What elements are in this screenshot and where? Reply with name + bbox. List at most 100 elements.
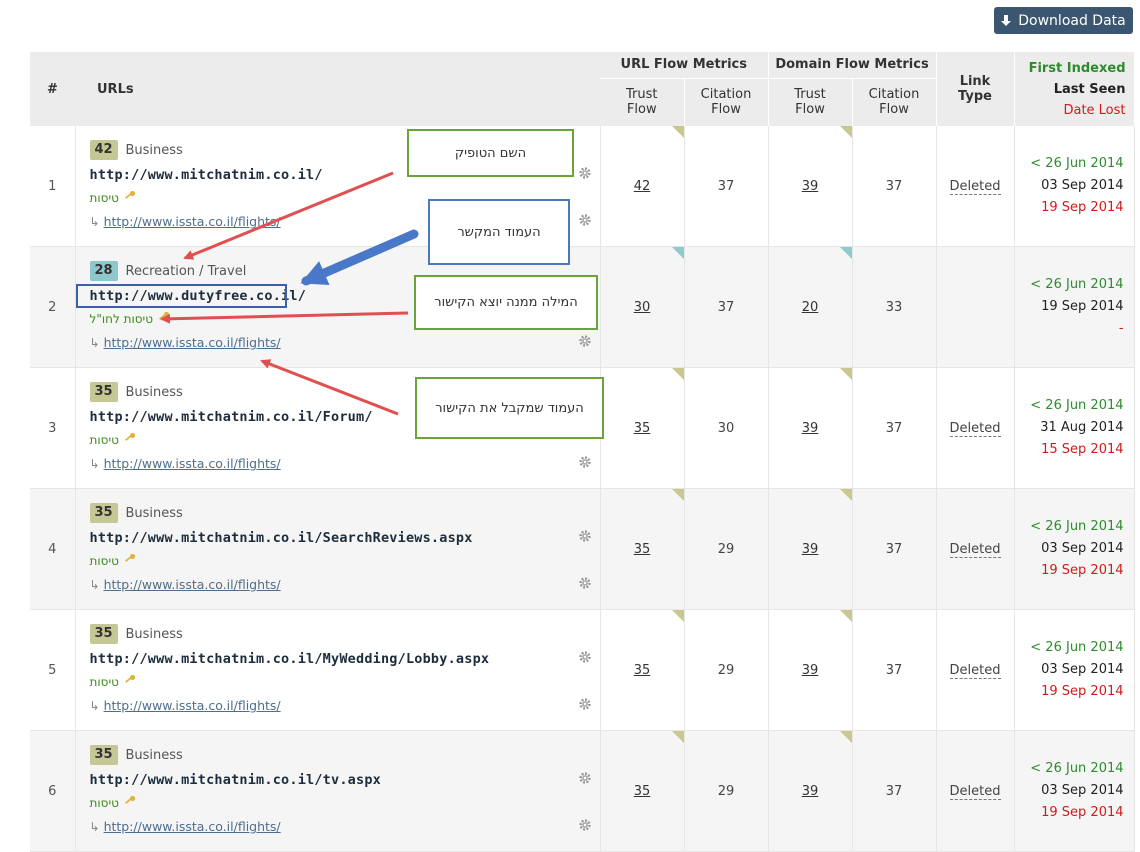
link-type-deleted[interactable]: Deleted [949,541,1001,558]
domain-trust-flow-link[interactable]: 39 [802,421,819,436]
target-url-link[interactable]: http://www.issta.co.il/flights/ [104,819,281,834]
url-trust-flow-cell: 35 [600,488,685,610]
key-icon [124,674,136,689]
source-url-link[interactable]: http://www.mitchatnim.co.il/Forum/ [90,409,373,425]
target-url-link[interactable]: http://www.issta.co.il/flights/ [104,456,281,471]
dates-cell: < 26 Jun 2014 03 Sep 2014 19 Sep 2014 [1014,609,1135,731]
domain-trust-flow-link[interactable]: 20 [802,300,819,315]
domain-trust-flow-link[interactable]: 39 [802,179,819,194]
topic-line: 35 Business [89,624,183,644]
gear-icon[interactable] [578,650,592,664]
trust-flow-badge: 35 [89,745,118,765]
url-cell: 35 Business http://www.mitchatnim.co.il/My… [75,609,601,731]
flag-marker [839,489,852,501]
link-type-cell [936,246,1015,368]
flag-marker [839,610,852,622]
url-trust-flow-link[interactable]: 42 [634,179,651,194]
gear-icon[interactable] [578,213,592,227]
domain-trust-flow-link[interactable]: 39 [802,542,819,557]
download-data-label: Download Data [1018,12,1126,29]
topic-label: Business [125,626,183,642]
url-trust-flow-link[interactable]: 30 [634,300,651,315]
flag-marker [671,610,684,622]
target-url: ↳ http://www.issta.co.il/flights/ [90,819,281,834]
date-lost-date: 19 Sep 2014 [1041,684,1124,699]
anchor-text: טיסות [90,674,136,689]
last-seen-date: 03 Sep 2014 [1041,541,1124,556]
url-citation-flow-cell: 37 [684,246,769,368]
dutyfree-url-highlight [76,284,287,308]
target-url-link[interactable]: http://www.issta.co.il/flights/ [104,214,281,229]
url-cell: 35 Business http://www.mitchatnim.co.il/tv… [75,730,601,852]
gear-icon[interactable] [578,576,592,590]
source-url-link[interactable]: http://www.mitchatnim.co.il/MyWedding/Lo… [90,651,490,667]
redirect-arrow-icon: ↳ [89,335,100,350]
dates-cell: < 26 Jun 2014 19 Sep 2014 - [1014,246,1135,368]
col-header-dates: First Indexed Last Seen Date Lost [1014,52,1135,126]
col-group-url-flow: URL Flow Metrics [600,52,769,79]
target-url-link[interactable]: http://www.issta.co.il/flights/ [104,577,281,592]
dates-cell: < 26 Jun 2014 31 Aug 2014 15 Sep 2014 [1014,367,1135,489]
trust-flow-badge: 35 [89,624,118,644]
flag-marker [671,247,684,259]
anchor-text-value: טיסות [89,553,119,568]
date-lost-date: 19 Sep 2014 [1041,805,1124,820]
redirect-arrow-icon: ↳ [89,698,100,713]
download-data-button[interactable]: Download Data [994,7,1133,34]
table-row: 6 35 Business http://www.mitchatnim.co.il/t… [30,730,1135,852]
callout-topic-name: השם הטופיק [407,129,574,177]
topic-label: Recreation / Travel [125,263,247,279]
flag-marker [671,368,684,380]
callout-linking-page: העמוד המקשר [428,199,570,265]
url-trust-flow-link[interactable]: 35 [634,663,651,678]
domain-citation-flow-cell: 37 [852,730,937,852]
link-type-deleted[interactable]: Deleted [949,420,1001,437]
anchor-text-value: טיסות [89,795,119,810]
gear-icon[interactable] [578,529,592,543]
redirect-arrow-icon: ↳ [89,214,100,229]
link-type-deleted[interactable]: Deleted [949,783,1001,800]
dates-cell: < 26 Jun 2014 03 Sep 2014 19 Sep 2014 [1014,126,1135,247]
redirect-arrow-icon: ↳ [89,819,100,834]
col-group-domain-flow: Domain Flow Metrics [768,52,937,79]
source-url-link[interactable]: http://www.mitchatnim.co.il/ [90,167,323,183]
row-number: 2 [30,246,76,368]
gear-icon[interactable] [578,455,592,469]
last-seen-date: 03 Sep 2014 [1041,178,1124,193]
link-type-cell: Deleted [936,609,1015,731]
source-url-link[interactable]: http://www.mitchatnim.co.il/tv.aspx [90,772,381,788]
col-header-urls: URLs [75,52,600,126]
callout-anchor-word: המילה ממנה יוצא הקישור [414,275,598,330]
date-lost-header: Date Lost [1063,102,1126,118]
topic-label: Business [125,142,183,158]
domain-trust-flow-link[interactable]: 39 [802,663,819,678]
gear-icon[interactable] [578,166,592,180]
trust-flow-badge: 28 [89,261,118,281]
target-url-link[interactable]: http://www.issta.co.il/flights/ [104,335,281,350]
gear-icon[interactable] [578,334,592,348]
url-trust-flow-link[interactable]: 35 [634,421,651,436]
topic-label: Business [125,747,183,763]
gear-icon[interactable] [578,697,592,711]
first-indexed-date: < 26 Jun 2014 [1030,156,1124,171]
redirect-arrow-icon: ↳ [89,456,100,471]
url-trust-flow-link[interactable]: 35 [634,542,651,557]
url-trust-flow-link[interactable]: 35 [634,784,651,799]
anchor-text: טיסות [90,190,136,205]
date-lost-date: 19 Sep 2014 [1041,563,1124,578]
target-url-link[interactable]: http://www.issta.co.il/flights/ [104,698,281,713]
date-lost-date: 19 Sep 2014 [1041,200,1124,215]
download-arrow-icon [1001,14,1012,26]
topic-label: Business [125,505,183,521]
link-type-deleted[interactable]: Deleted [949,662,1001,679]
domain-trust-flow-link[interactable]: 39 [802,784,819,799]
first-indexed-date: < 26 Jun 2014 [1030,761,1124,776]
source-url-link[interactable]: http://www.mitchatnim.co.il/SearchReview… [90,530,473,546]
link-type-cell: Deleted [936,126,1015,247]
gear-icon[interactable] [578,771,592,785]
topic-line: 35 Business [89,382,183,402]
date-lost-date: 15 Sep 2014 [1041,442,1124,457]
anchor-text-value: טיסות [89,674,119,689]
gear-icon[interactable] [578,818,592,832]
link-type-deleted[interactable]: Deleted [949,178,1001,195]
